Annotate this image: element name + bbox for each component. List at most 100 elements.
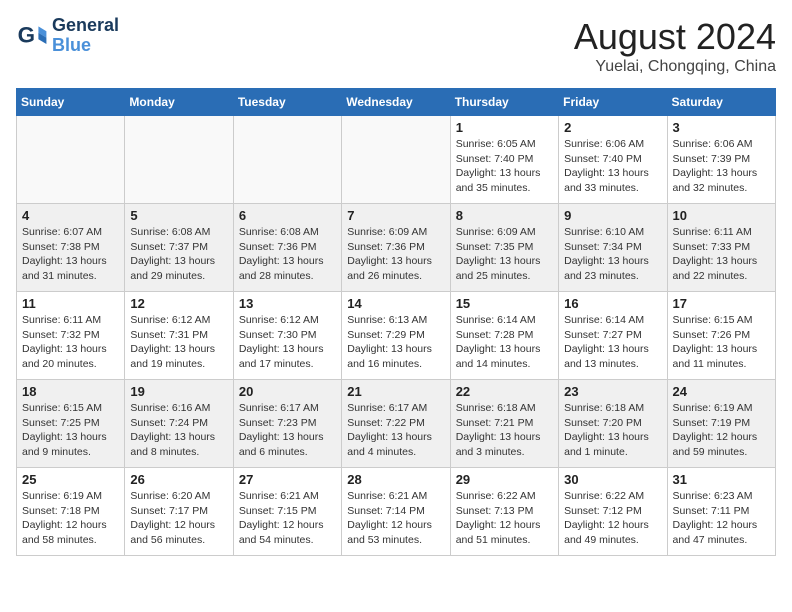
calendar-week-row: 18 Sunrise: 6:15 AM Sunset: 7:25 PM Dayli… [17,380,776,468]
day-info: Sunrise: 6:20 AM Sunset: 7:17 PM Dayligh… [130,489,227,548]
day-number: 5 [130,208,227,223]
day-number: 11 [22,296,119,311]
calendar-cell: 11 Sunrise: 6:11 AM Sunset: 7:32 PM Dayli… [17,292,125,380]
calendar-cell: 22Sunrise: 6:18 AM Sunset: 7:21 PM Dayli… [450,380,558,468]
day-info: Sunrise: 6:10 AM Sunset: 7:34 PM Dayligh… [564,225,661,284]
day-info: Sunrise: 6:17 AM Sunset: 7:22 PM Dayligh… [347,401,444,460]
day-number: 25 [22,472,119,487]
day-number: 16 [564,296,661,311]
weekday-label: Tuesday [233,89,341,116]
day-number: 22 [456,384,553,399]
day-number: 4 [22,208,119,223]
weekday-label: Monday [125,89,233,116]
calendar-cell: 24Sunrise: 6:19 AM Sunset: 7:19 PM Dayli… [667,380,775,468]
title-block: August 2024 Yuelai, Chongqing, China [574,16,776,76]
day-info: Sunrise: 6:14 AM Sunset: 7:28 PM Dayligh… [456,313,553,372]
day-info: Sunrise: 6:16 AM Sunset: 7:24 PM Dayligh… [130,401,227,460]
day-info: Sunrise: 6:22 AM Sunset: 7:13 PM Dayligh… [456,489,553,548]
day-info: Sunrise: 6:15 AM Sunset: 7:25 PM Dayligh… [22,401,119,460]
logo-text: General Blue [52,16,119,56]
day-info: Sunrise: 6:12 AM Sunset: 7:31 PM Dayligh… [130,313,227,372]
weekday-label: Friday [559,89,667,116]
calendar-cell: 3 Sunrise: 6:06 AM Sunset: 7:39 PM Daylig… [667,116,775,204]
calendar-week-row: 1 Sunrise: 6:05 AM Sunset: 7:40 PM Daylig… [17,116,776,204]
calendar-cell: 27 Sunrise: 6:21 AM Sunset: 7:15 PM Dayli… [233,468,341,556]
calendar-cell: 19 Sunrise: 6:16 AM Sunset: 7:24 PM Dayli… [125,380,233,468]
day-number: 2 [564,120,661,135]
weekday-label: Sunday [17,89,125,116]
day-number: 7 [347,208,444,223]
day-number: 31 [673,472,770,487]
calendar-cell: 9 Sunrise: 6:10 AM Sunset: 7:34 PM Daylig… [559,204,667,292]
day-info: Sunrise: 6:06 AM Sunset: 7:39 PM Dayligh… [673,137,770,196]
day-info: Sunrise: 6:08 AM Sunset: 7:36 PM Dayligh… [239,225,336,284]
day-info: Sunrise: 6:11 AM Sunset: 7:33 PM Dayligh… [673,225,770,284]
day-number: 17 [673,296,770,311]
calendar-cell: 16Sunrise: 6:14 AM Sunset: 7:27 PM Dayli… [559,292,667,380]
day-info: Sunrise: 6:09 AM Sunset: 7:35 PM Dayligh… [456,225,553,284]
weekday-label: Wednesday [342,89,450,116]
day-number: 6 [239,208,336,223]
calendar-cell [233,116,341,204]
calendar-body: 1 Sunrise: 6:05 AM Sunset: 7:40 PM Daylig… [17,116,776,556]
day-info: Sunrise: 6:19 AM Sunset: 7:19 PM Dayligh… [673,401,770,460]
day-info: Sunrise: 6:23 AM Sunset: 7:11 PM Dayligh… [673,489,770,548]
calendar-table: SundayMondayTuesdayWednesdayThursdayFrid… [16,88,776,556]
calendar-cell: 18 Sunrise: 6:15 AM Sunset: 7:25 PM Dayli… [17,380,125,468]
calendar-cell [125,116,233,204]
calendar-cell: 28 Sunrise: 6:21 AM Sunset: 7:14 PM Dayli… [342,468,450,556]
day-number: 29 [456,472,553,487]
day-info: Sunrise: 6:07 AM Sunset: 7:38 PM Dayligh… [22,225,119,284]
weekday-label: Thursday [450,89,558,116]
day-info: Sunrise: 6:13 AM Sunset: 7:29 PM Dayligh… [347,313,444,372]
calendar-cell: 23 Sunrise: 6:18 AM Sunset: 7:20 PM Dayli… [559,380,667,468]
day-number: 3 [673,120,770,135]
day-number: 23 [564,384,661,399]
calendar-cell: 6 Sunrise: 6:08 AM Sunset: 7:36 PM Daylig… [233,204,341,292]
day-number: 27 [239,472,336,487]
month-year: August 2024 [574,16,776,58]
page-header: G General Blue August 2024 Yuelai, Chong… [16,16,776,76]
calendar-cell: 13Sunrise: 6:12 AM Sunset: 7:30 PM Dayli… [233,292,341,380]
day-number: 8 [456,208,553,223]
calendar-cell: 15 Sunrise: 6:14 AM Sunset: 7:28 PM Dayli… [450,292,558,380]
logo-icon: G [16,20,48,52]
svg-text:G: G [18,22,35,47]
day-number: 20 [239,384,336,399]
day-info: Sunrise: 6:22 AM Sunset: 7:12 PM Dayligh… [564,489,661,548]
day-number: 9 [564,208,661,223]
calendar-cell: 5 Sunrise: 6:08 AM Sunset: 7:37 PM Daylig… [125,204,233,292]
calendar-cell: 30Sunrise: 6:22 AM Sunset: 7:12 PM Dayli… [559,468,667,556]
day-number: 14 [347,296,444,311]
day-number: 28 [347,472,444,487]
calendar-cell: 25Sunrise: 6:19 AM Sunset: 7:18 PM Dayli… [17,468,125,556]
day-number: 13 [239,296,336,311]
calendar-cell: 4 Sunrise: 6:07 AM Sunset: 7:38 PM Daylig… [17,204,125,292]
day-info: Sunrise: 6:05 AM Sunset: 7:40 PM Dayligh… [456,137,553,196]
day-number: 18 [22,384,119,399]
calendar-cell [17,116,125,204]
logo: G General Blue [16,16,119,56]
day-info: Sunrise: 6:21 AM Sunset: 7:15 PM Dayligh… [239,489,336,548]
calendar-cell: 20Sunrise: 6:17 AM Sunset: 7:23 PM Dayli… [233,380,341,468]
day-info: Sunrise: 6:11 AM Sunset: 7:32 PM Dayligh… [22,313,119,372]
calendar-cell: 21 Sunrise: 6:17 AM Sunset: 7:22 PM Dayli… [342,380,450,468]
day-info: Sunrise: 6:08 AM Sunset: 7:37 PM Dayligh… [130,225,227,284]
weekday-header-row: SundayMondayTuesdayWednesdayThursdayFrid… [17,89,776,116]
calendar-week-row: 11 Sunrise: 6:11 AM Sunset: 7:32 PM Dayli… [17,292,776,380]
calendar-cell [342,116,450,204]
day-number: 19 [130,384,227,399]
day-number: 26 [130,472,227,487]
calendar-cell: 2Sunrise: 6:06 AM Sunset: 7:40 PM Daylig… [559,116,667,204]
day-number: 15 [456,296,553,311]
day-info: Sunrise: 6:18 AM Sunset: 7:20 PM Dayligh… [564,401,661,460]
day-number: 21 [347,384,444,399]
calendar-cell: 17Sunrise: 6:15 AM Sunset: 7:26 PM Dayli… [667,292,775,380]
calendar-cell: 12Sunrise: 6:12 AM Sunset: 7:31 PM Dayli… [125,292,233,380]
calendar-cell: 31 Sunrise: 6:23 AM Sunset: 7:11 PM Dayli… [667,468,775,556]
day-info: Sunrise: 6:21 AM Sunset: 7:14 PM Dayligh… [347,489,444,548]
calendar-cell: 1 Sunrise: 6:05 AM Sunset: 7:40 PM Daylig… [450,116,558,204]
day-number: 1 [456,120,553,135]
calendar-cell: 29 Sunrise: 6:22 AM Sunset: 7:13 PM Dayli… [450,468,558,556]
calendar-cell: 14 Sunrise: 6:13 AM Sunset: 7:29 PM Dayli… [342,292,450,380]
